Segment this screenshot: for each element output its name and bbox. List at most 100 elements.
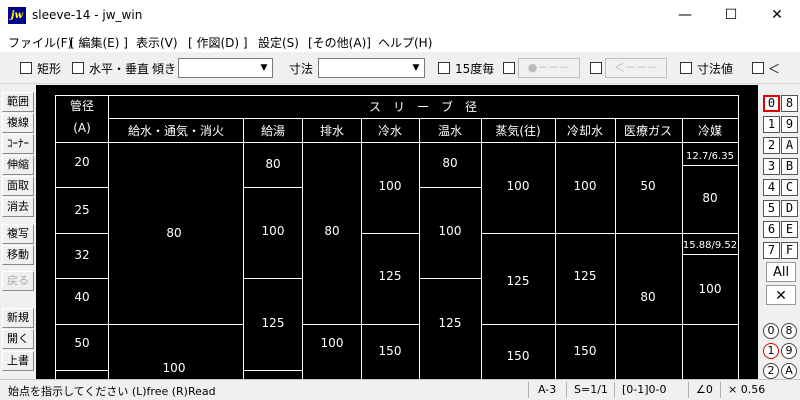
drawing-canvas[interactable]: 管径 (A) ス リ ー ブ 径 給水・通気・消火 給湯 排水 冷水 温水 蒸気… xyxy=(36,85,758,379)
lt-checkbox[interactable] xyxy=(752,62,764,74)
chevron-down-icon[interactable]: ▼ xyxy=(410,62,422,74)
circle-line-button[interactable]: ●－－－ xyxy=(518,58,580,78)
cell-value: 150 xyxy=(379,344,402,358)
cell-value: 80 xyxy=(324,224,339,238)
row-pipe-25: 25 xyxy=(74,203,89,217)
tool-overwrite[interactable]: 上書 xyxy=(2,351,34,371)
group-a-button[interactable]: A xyxy=(781,363,797,379)
col-header-cooling: 冷却水 xyxy=(567,124,603,138)
rect-checkbox[interactable] xyxy=(20,62,32,74)
cell-value: 80 xyxy=(702,191,717,205)
status-scale[interactable]: S=1/1 xyxy=(574,383,608,396)
layer-b-button[interactable]: B xyxy=(781,158,798,175)
menu-bar: ファイル(F) [ 編集(E) ] 表示(V) [ 作図(D) ] 設定(S) … xyxy=(0,31,800,52)
layer-d-button[interactable]: D xyxy=(781,200,798,217)
cell-value: 100 xyxy=(507,179,530,193)
col-header-steam: 蒸気(往) xyxy=(495,123,540,138)
tool-chamfer[interactable]: 面取 xyxy=(2,176,34,196)
status-separator xyxy=(566,382,567,398)
layer-1-button[interactable]: 1 xyxy=(763,116,780,133)
status-angle[interactable]: ∠0 xyxy=(696,383,713,396)
layer-4-button[interactable]: 4 xyxy=(763,179,780,196)
every15-checkbox[interactable] xyxy=(438,62,450,74)
chevron-down-icon[interactable]: ▼ xyxy=(258,62,270,74)
layer-clear-icon[interactable]: ✕ xyxy=(766,285,796,305)
layer-2-button[interactable]: 2 xyxy=(763,137,780,154)
col-header-warm: 温水 xyxy=(438,124,462,138)
header-sleeve-diameter: ス リ ー ブ 径 xyxy=(369,99,477,114)
minimize-button[interactable]: — xyxy=(662,0,708,31)
close-button[interactable]: ✕ xyxy=(754,0,800,31)
status-layer[interactable]: [0-1]0-0 xyxy=(622,383,667,396)
status-prompt: 始点を指示してください (L)free (R)Read xyxy=(8,385,216,398)
group-8-button[interactable]: 8 xyxy=(781,323,797,339)
layer-e-button[interactable]: E xyxy=(781,221,798,238)
layer-7-button[interactable]: 7 xyxy=(763,242,780,259)
layer-f-button[interactable]: F xyxy=(781,242,798,259)
tool-corner[interactable]: ｺｰﾅｰ xyxy=(2,134,34,154)
tool-offset[interactable]: 複線 xyxy=(2,113,34,133)
app-icon[interactable]: jw xyxy=(8,7,26,24)
tool-copy[interactable]: 複写 xyxy=(2,224,34,244)
layer-3-button[interactable]: 3 xyxy=(763,158,780,175)
status-paper-size[interactable]: A-3 xyxy=(538,383,556,396)
col-header-refrigerant: 冷媒 xyxy=(698,124,722,138)
layer-6-button[interactable]: 6 xyxy=(763,221,780,238)
cell-value: 150 xyxy=(574,344,597,358)
row-pipe-50: 50 xyxy=(74,336,89,350)
status-separator xyxy=(688,382,689,398)
tool-range[interactable]: 範囲 xyxy=(2,92,34,112)
dimension-combo[interactable]: ▼ xyxy=(318,58,425,78)
circle-mode-checkbox[interactable] xyxy=(503,62,515,74)
lt-label: ＜ xyxy=(768,62,781,76)
every15-label: 15度毎 xyxy=(455,62,495,76)
horizontal-vertical-checkbox[interactable] xyxy=(72,62,84,74)
layer-5-button[interactable]: 5 xyxy=(763,200,780,217)
arrow-line-button[interactable]: ＜－－－ xyxy=(605,58,667,78)
row-pipe-40: 40 xyxy=(74,290,89,304)
tool-undo[interactable]: 戻る xyxy=(2,271,34,291)
cell-value: 80 xyxy=(265,157,280,171)
title-bar: jw sleeve-14 - jw_win — ☐ ✕ xyxy=(0,0,800,31)
menu-edit[interactable]: [ 編集(E) ] xyxy=(70,34,128,51)
tool-new[interactable]: 新規 xyxy=(2,308,34,328)
menu-draw[interactable]: [ 作図(D) ] xyxy=(188,34,248,51)
group-1-button[interactable]: 1 xyxy=(763,343,779,359)
layer-a-button[interactable]: A xyxy=(781,137,798,154)
angle-combo[interactable]: ▼ xyxy=(178,58,273,78)
dim-value-checkbox[interactable] xyxy=(680,62,692,74)
col-header-chilled: 冷水 xyxy=(378,124,402,138)
cell-value: 100 xyxy=(163,361,186,375)
tool-stretch[interactable]: 伸縮 xyxy=(2,155,34,175)
sleeve-table-drawing: 管径 (A) ス リ ー ブ 径 給水・通気・消火 給湯 排水 冷水 温水 蒸気… xyxy=(55,95,739,379)
col-header-water-supply: 給水・通気・消火 xyxy=(128,123,224,138)
status-zoom[interactable]: × 0.56 xyxy=(728,383,765,396)
menu-settings[interactable]: 設定(S) xyxy=(258,34,299,51)
cell-value: 125 xyxy=(379,269,402,283)
group-9-button[interactable]: 9 xyxy=(781,343,797,359)
menu-view[interactable]: 表示(V) xyxy=(136,34,178,51)
cell-value: 100 xyxy=(379,179,402,193)
menu-file[interactable]: ファイル(F) xyxy=(8,34,72,51)
layer-0-button[interactable]: 0 xyxy=(763,95,780,112)
arrow-mode-checkbox[interactable] xyxy=(590,62,602,74)
cell-value: 80 xyxy=(166,226,181,240)
tool-erase[interactable]: 消去 xyxy=(2,197,34,217)
layer-c-button[interactable]: C xyxy=(781,179,798,196)
tool-move[interactable]: 移動 xyxy=(2,245,34,265)
horizontal-vertical-label: 水平・垂直 xyxy=(89,62,150,76)
menu-help[interactable]: ヘルプ(H) xyxy=(378,34,432,51)
layer-8-button[interactable]: 8 xyxy=(781,95,798,112)
layer-9-button[interactable]: 9 xyxy=(781,116,798,133)
maximize-button[interactable]: ☐ xyxy=(708,0,754,31)
cell-value: 125 xyxy=(574,269,597,283)
group-0-button[interactable]: 0 xyxy=(763,323,779,339)
col-header-drain: 排水 xyxy=(320,124,344,138)
layer-all-button[interactable]: All xyxy=(766,262,796,282)
dim-value-label: 寸法値 xyxy=(697,62,734,76)
menu-other[interactable]: [その他(A)] xyxy=(308,34,371,51)
group-2-button[interactable]: 2 xyxy=(763,363,779,379)
cell-value: 100 xyxy=(321,336,344,350)
angle-label: 傾き xyxy=(152,62,177,76)
tool-open[interactable]: 開く xyxy=(2,329,34,349)
